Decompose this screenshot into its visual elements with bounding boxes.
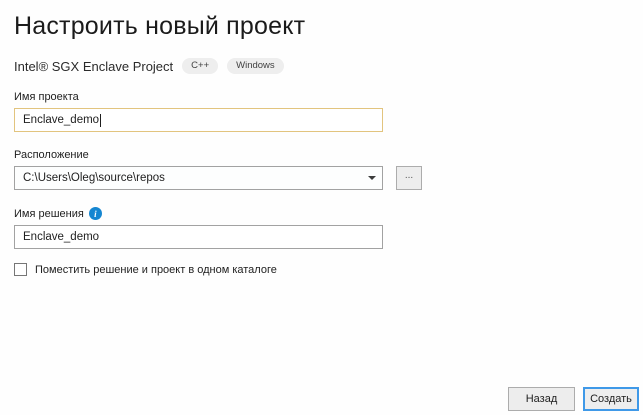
solution-name-value: Enclave_demo — [23, 231, 100, 243]
project-name-value: Enclave_demo — [23, 114, 100, 126]
configure-project-page: Настроить новый проект Intel® SGX Enclav… — [0, 0, 643, 276]
project-name-label: Имя проекта — [14, 91, 79, 103]
project-template-name: Intel® SGX Enclave Project — [14, 58, 174, 74]
same-directory-checkbox[interactable] — [14, 263, 27, 276]
page-title: Настроить новый проект — [14, 12, 306, 40]
browse-button[interactable]: ... — [396, 166, 422, 190]
create-button[interactable]: Создать — [583, 387, 639, 411]
tag-cpp: C++ — [182, 58, 219, 74]
info-icon — [88, 207, 102, 220]
location-combobox[interactable]: C:\Users\Oleg\source\repos — [14, 166, 383, 190]
same-directory-row: Поместить решение и проект в одном катал… — [14, 263, 434, 276]
project-name-input[interactable]: Enclave_demo — [14, 108, 383, 132]
solution-name-label-row: Имя решения — [14, 207, 434, 220]
project-form: Имя проекта Enclave_demo Расположение C:… — [14, 91, 434, 276]
same-directory-label[interactable]: Поместить решение и проект в одном катал… — [35, 264, 277, 276]
location-value: C:\Users\Oleg\source\repos — [23, 172, 165, 184]
footer-buttons: Назад Создать — [508, 387, 639, 411]
location-row: C:\Users\Oleg\source\repos ... — [14, 166, 434, 190]
solution-name-input[interactable]: Enclave_demo — [14, 225, 383, 249]
text-caret — [100, 113, 102, 127]
tag-windows: Windows — [227, 58, 284, 74]
location-label: Расположение — [14, 149, 89, 161]
chevron-down-icon — [368, 176, 376, 180]
solution-name-label: Имя решения — [14, 207, 84, 220]
project-type-row: Intel® SGX Enclave Project C++ Windows — [14, 58, 643, 74]
back-button[interactable]: Назад — [508, 387, 575, 411]
